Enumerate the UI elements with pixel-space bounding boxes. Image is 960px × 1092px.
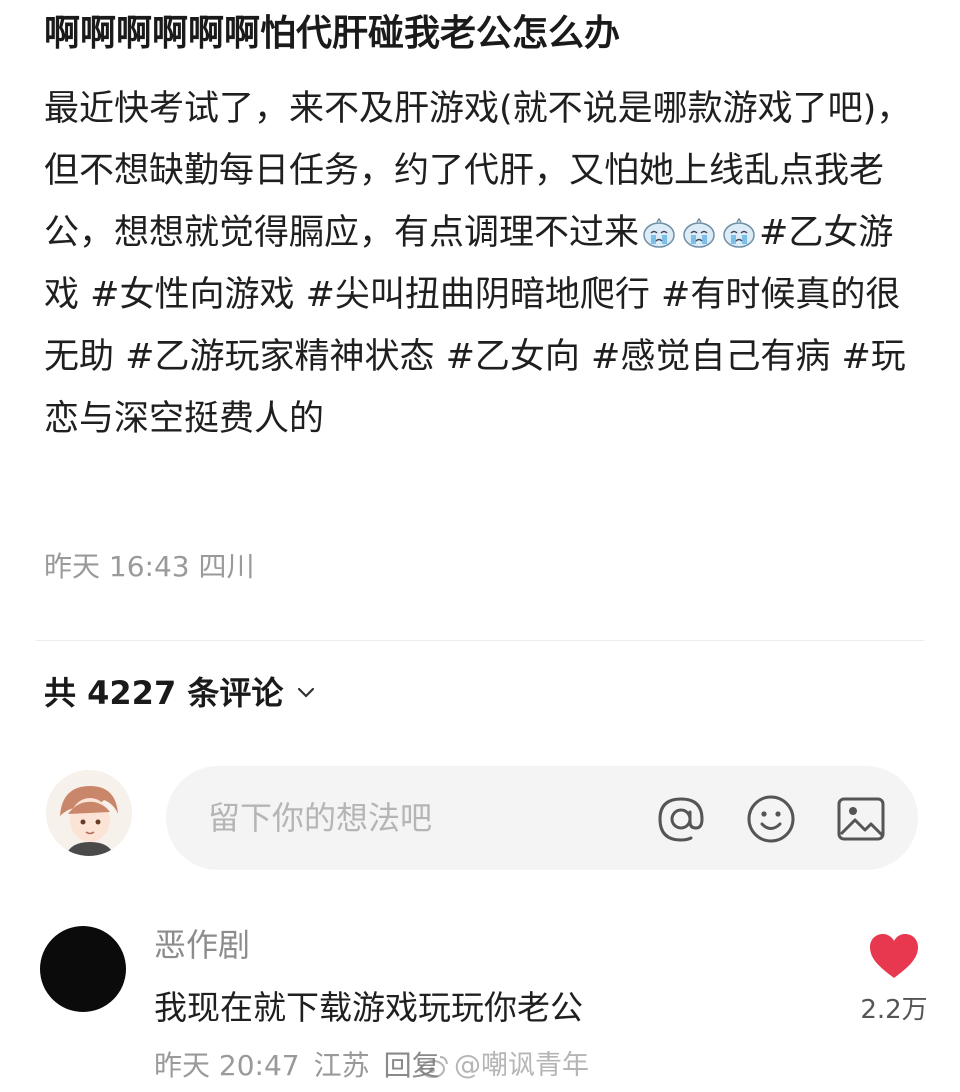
like-count: 2.2万 xyxy=(860,995,928,1025)
at-icon[interactable] xyxy=(654,792,708,846)
post-meta: 昨天 16:43 四川 xyxy=(44,550,255,583)
comment-location: 江苏 xyxy=(313,1049,370,1082)
watermark-text: @嘲讽青年 xyxy=(454,1050,589,1081)
comment-input[interactable]: 留下你的想法吧 xyxy=(166,766,918,870)
comment-count-toggle[interactable]: 共 4227 条评论 xyxy=(44,668,315,718)
avatar[interactable] xyxy=(46,770,132,856)
comment-input-placeholder: 留下你的想法吧 xyxy=(208,799,433,837)
divider xyxy=(36,640,924,641)
post-title: 啊啊啊啊啊啊怕代肝碰我老公怎么办 xyxy=(44,13,621,54)
comment-avatar[interactable] xyxy=(40,926,126,1012)
heart-icon[interactable] xyxy=(868,932,920,980)
crying-face-emoji-icon xyxy=(683,218,715,248)
comment-username[interactable]: 恶作剧 xyxy=(154,920,250,970)
crying-face-emoji-icon xyxy=(723,218,755,248)
comment-time: 昨天 20:47 xyxy=(154,1049,300,1082)
comment-text: 我现在就下载游戏玩玩你老公 xyxy=(154,988,583,1027)
emoji-icon[interactable] xyxy=(744,792,798,846)
image-icon[interactable] xyxy=(834,792,888,846)
chevron-down-icon xyxy=(298,687,315,698)
weibo-logo-icon xyxy=(421,1056,448,1078)
crying-face-emoji-icon xyxy=(643,218,675,248)
post-body: 最近快考试了，来不及肝游戏(就不说是哪款游戏了吧)，但不想缺勤每日任务，约了代肝… xyxy=(44,78,924,450)
comment-meta: 昨天 20:47 江苏 回复 xyxy=(154,1044,440,1088)
avatar-illustration-icon xyxy=(46,770,132,856)
comment-count-label: 共 4227 条评论 xyxy=(44,674,284,712)
watermark: @嘲讽青年 xyxy=(420,1046,589,1086)
